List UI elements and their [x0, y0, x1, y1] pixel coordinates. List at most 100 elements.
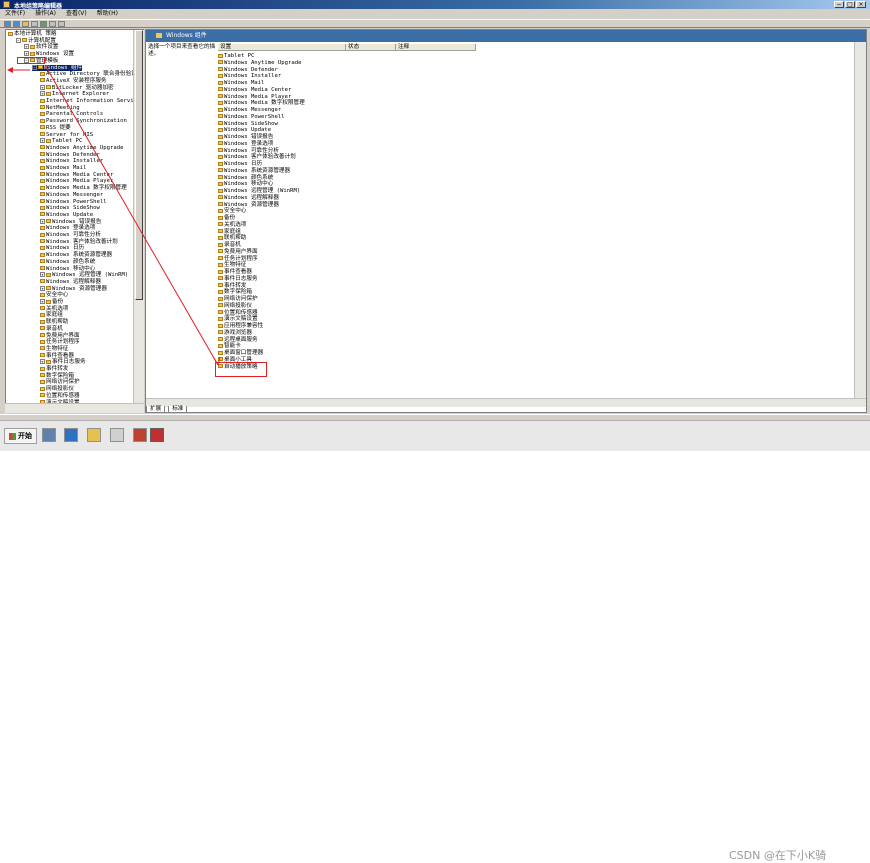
list-item[interactable]: Windows 远程管理 (WinRM)	[218, 188, 300, 195]
document-icon[interactable]	[110, 428, 124, 442]
list-item[interactable]: Windows Update	[218, 127, 271, 134]
collapse-icon[interactable]: −	[32, 64, 37, 70]
tree-item[interactable]: + Windows 远程管理 (WinRM)	[40, 272, 128, 279]
tree-item[interactable]: Windows 颜色系统	[40, 259, 95, 266]
column-state[interactable]: 状态	[346, 44, 396, 51]
expand-icon[interactable]: +	[40, 91, 45, 97]
expand-icon[interactable]: +	[24, 44, 29, 50]
tree-horizontal-scrollbar[interactable]	[5, 403, 144, 413]
list-item[interactable]: Windows Anytime Upgrade	[218, 60, 301, 67]
tree-item[interactable]: 网络投影仪	[40, 386, 74, 393]
list-item[interactable]: 网络投影仪	[218, 303, 252, 310]
list-item[interactable]: Windows Media 数字权限管理	[218, 100, 305, 107]
tree-item[interactable]: Password Synchronization	[40, 118, 127, 125]
list-item[interactable]: Windows Media Center	[218, 87, 291, 94]
tree-item[interactable]: + Windows 设置	[24, 51, 74, 58]
filter-icon[interactable]	[58, 21, 65, 27]
list-item[interactable]: 事件查看器	[218, 269, 252, 276]
tree-item[interactable]: ActiveX 安装程序服务	[40, 78, 107, 85]
tree-item[interactable]: Windows Anytime Upgrade	[40, 145, 123, 152]
tree-vertical-scrollbar[interactable]	[133, 30, 144, 412]
list-item[interactable]: 网络访问保护	[218, 296, 258, 303]
tree-scroll-thumb[interactable]	[135, 30, 143, 300]
tree-item[interactable]: Windows SideShow	[40, 205, 100, 212]
list-item[interactable]: 备份	[218, 215, 235, 222]
tree-item[interactable]: 安全中心	[40, 292, 68, 299]
list-item[interactable]: Windows PowerShell	[218, 114, 285, 121]
close-button[interactable]: ×	[856, 1, 866, 8]
list-item[interactable]: 录音机	[218, 242, 241, 249]
list-item[interactable]: Windows Installer	[218, 73, 281, 80]
expand-icon[interactable]: +	[40, 218, 45, 224]
list-item[interactable]: 免费用户界面	[218, 249, 258, 256]
tree-item[interactable]: Windows 登录选项	[40, 225, 95, 232]
back-icon[interactable]	[4, 21, 11, 27]
expand-icon[interactable]: +	[40, 272, 45, 278]
title-bar[interactable]: 本地组策略编辑器 − □ ×	[0, 0, 870, 10]
tree-item[interactable]: Windows 远程解释器	[40, 279, 101, 286]
menu-action[interactable]: 操作(A)	[30, 10, 61, 18]
list-item[interactable]: Windows 客户体验改善计划	[218, 154, 296, 161]
list-item[interactable]: Windows SideShow	[218, 121, 278, 128]
tree-item[interactable]: + Internet Explorer	[40, 91, 109, 98]
list-item[interactable]: 事件日志服务	[218, 276, 258, 283]
tree-item[interactable]: Internet Information Services	[40, 98, 143, 105]
expand-icon[interactable]: +	[24, 51, 29, 57]
collapse-icon[interactable]: −	[16, 37, 21, 43]
tree-item[interactable]: Parental Controls	[40, 111, 103, 118]
tree-item[interactable]: 事件转发	[40, 366, 68, 373]
list-item[interactable]: 自动播放策略	[218, 364, 258, 371]
tree-item[interactable]: 联机帮助	[40, 319, 68, 326]
column-comment[interactable]: 注释	[396, 44, 476, 51]
tree-item[interactable]: Windows 系统资源管理器	[40, 252, 112, 259]
details-horizontal-scrollbar[interactable]	[146, 398, 866, 407]
list-item[interactable]: Windows 远程解释器	[218, 195, 279, 202]
list-item[interactable]: 游戏浏览器	[218, 330, 252, 337]
expand-icon[interactable]: +	[40, 285, 45, 291]
list-item[interactable]: 生物特征	[218, 262, 246, 269]
menu-file[interactable]: 文件(F)	[0, 10, 30, 18]
tree-item[interactable]: 任务计划程序	[40, 339, 80, 346]
tree-item[interactable]: Active Directory 联合身份验证服	[40, 71, 142, 78]
tree-item[interactable]: NetMeeting	[40, 105, 80, 112]
maximize-button[interactable]: □	[845, 1, 855, 8]
list-item[interactable]: Windows 日历	[218, 161, 262, 168]
policy-editor-taskbar-icon[interactable]	[150, 428, 164, 442]
tree-item[interactable]: + 事件日志服务	[40, 359, 86, 366]
minimize-button[interactable]: −	[834, 1, 844, 8]
list-item[interactable]: 演示文稿设置	[218, 316, 258, 323]
list-item[interactable]: 安全中心	[218, 208, 246, 215]
tree-item[interactable]: Windows Installer	[40, 158, 103, 165]
up-folder-icon[interactable]	[22, 21, 29, 27]
export-icon[interactable]	[40, 21, 47, 27]
forward-icon[interactable]	[13, 21, 20, 27]
list-item[interactable]: 联机帮助	[218, 235, 246, 242]
tree-item[interactable]: Windows Mail	[40, 165, 86, 172]
list-item[interactable]: 关机选项	[218, 222, 246, 229]
list-item[interactable]: Windows 系统资源管理器	[218, 168, 290, 175]
list-item[interactable]: 智能卡	[218, 343, 241, 350]
list-item[interactable]: Windows 错误报告	[218, 134, 273, 141]
tab-standard[interactable]: 标准	[168, 406, 188, 413]
expand-icon[interactable]: +	[40, 138, 45, 144]
list-item[interactable]: Windows Messenger	[218, 107, 281, 114]
tree-item[interactable]: Windows Defender	[40, 152, 100, 159]
tree-item[interactable]: + BitLocker 驱动器加密	[40, 84, 114, 92]
tab-extended[interactable]: 扩展	[146, 406, 166, 413]
list-item[interactable]: Windows Mail	[218, 80, 264, 87]
menu-view[interactable]: 查看(V)	[61, 10, 92, 18]
tree-item[interactable]: Windows Media Center	[40, 172, 113, 179]
tools-icon[interactable]	[133, 428, 147, 442]
collapse-icon[interactable]: −	[24, 57, 29, 63]
start-button[interactable]: 开始	[4, 428, 37, 444]
tree-item[interactable]: 生物特征	[40, 346, 68, 353]
powershell-icon[interactable]	[64, 428, 78, 442]
expand-icon[interactable]: +	[40, 359, 45, 365]
tree-item[interactable]: + Tablet PC	[40, 138, 82, 145]
tree-item[interactable]: − 管理模板	[24, 57, 58, 65]
help-icon[interactable]	[49, 21, 56, 27]
list-item[interactable]: Tablet PC	[218, 53, 254, 60]
list-item[interactable]: Windows 登录选项	[218, 141, 273, 148]
list-item[interactable]: 桌面窗口管理器	[218, 350, 263, 357]
tree-item[interactable]: 录音机	[40, 326, 63, 333]
